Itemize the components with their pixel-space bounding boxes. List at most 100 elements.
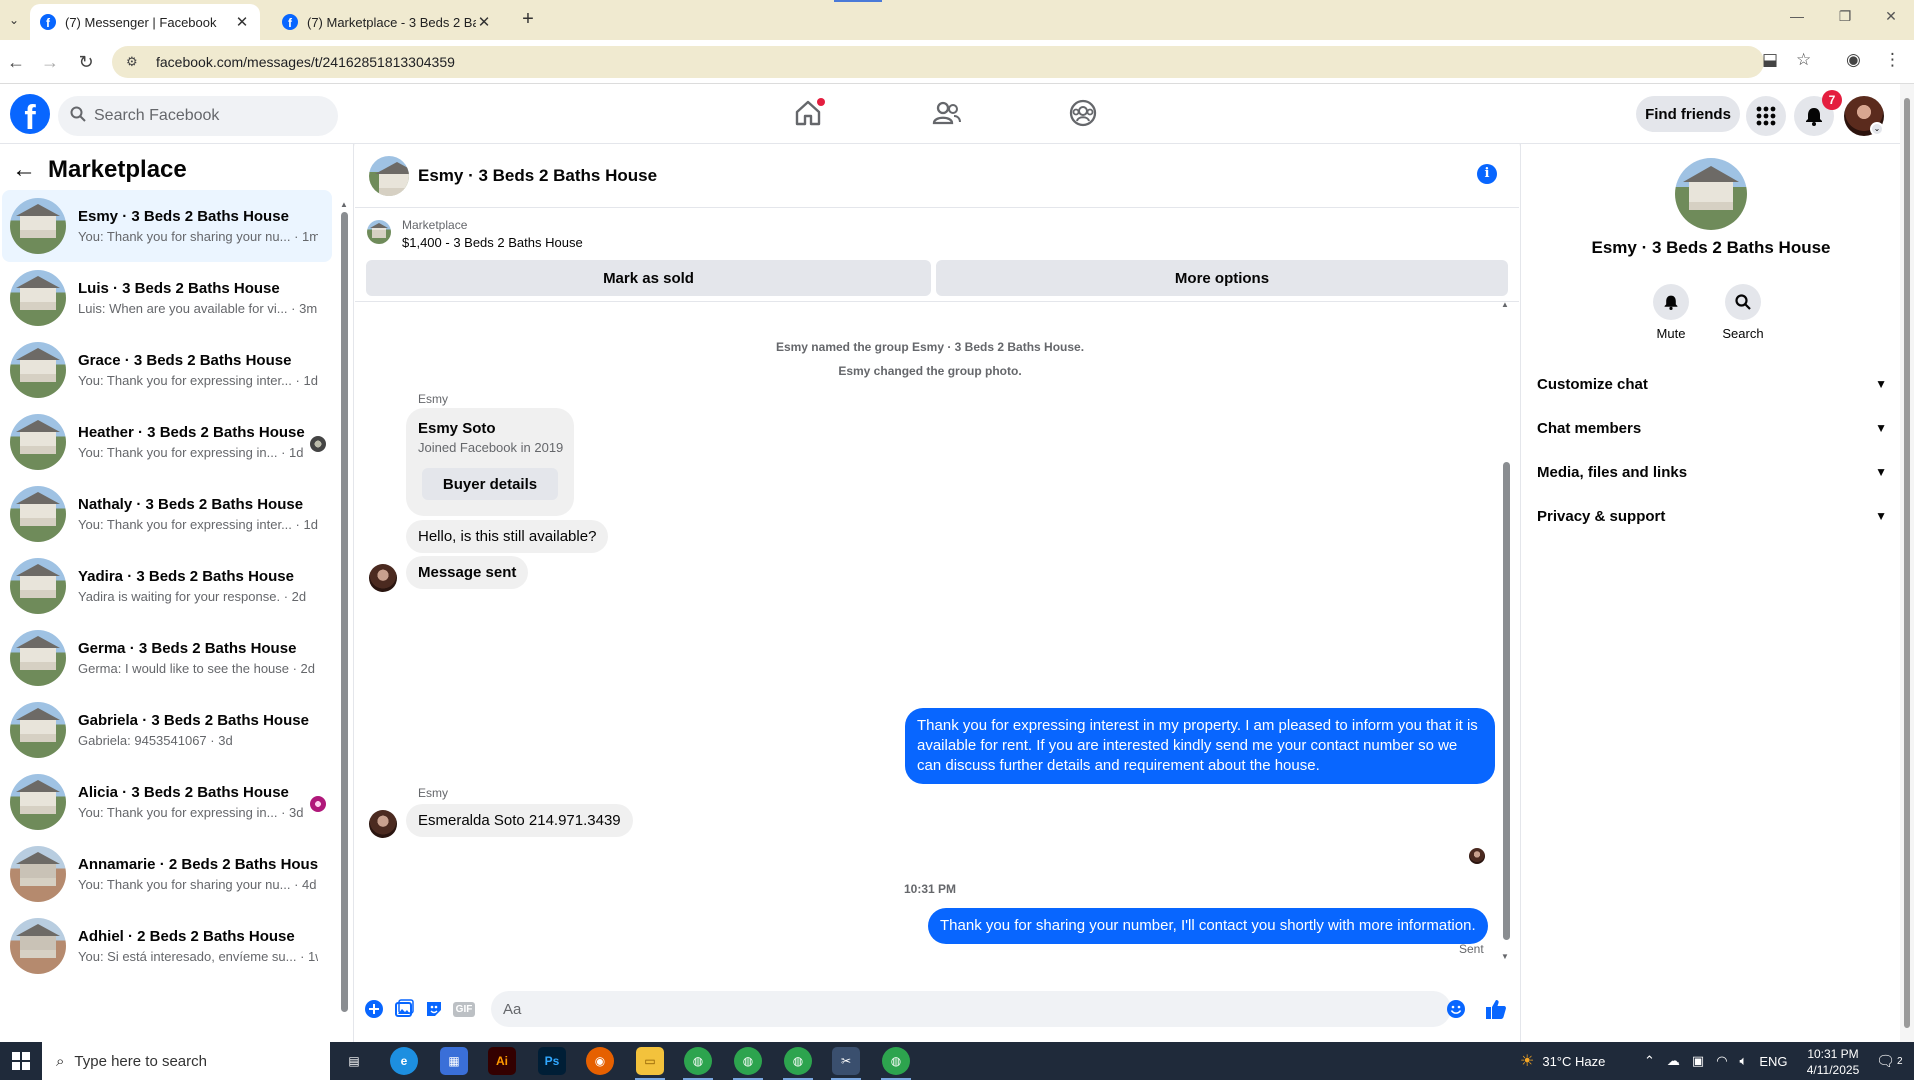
friends-nav-icon[interactable] xyxy=(932,98,964,130)
scroll-up-arrow-icon[interactable]: ▲ xyxy=(1501,300,1509,309)
back-icon[interactable]: ← xyxy=(4,50,28,74)
buyer-details-button[interactable]: Buyer details xyxy=(422,468,558,500)
file-explorer-icon[interactable]: ▭ xyxy=(636,1047,664,1075)
illustrator-icon[interactable]: Ai xyxy=(488,1047,516,1075)
info-icon[interactable]: i xyxy=(1477,164,1497,184)
task-view-icon[interactable]: ▤ xyxy=(340,1047,368,1075)
privacy-support-row[interactable]: Privacy & support ▼ xyxy=(1537,498,1887,534)
conversation-item[interactable]: Grace · 3 Beds 2 Baths House You: Thank y… xyxy=(2,334,332,406)
search-icon[interactable] xyxy=(1725,284,1761,320)
chrome-profile-icon[interactable]: ◍ xyxy=(734,1047,762,1075)
sticker-icon[interactable] xyxy=(423,998,445,1020)
sender-avatar[interactable] xyxy=(369,810,397,838)
media-files-links-row[interactable]: Media, files and links ▼ xyxy=(1537,454,1887,490)
message-bubble-outgoing[interactable]: Thank you for sharing your number, I'll … xyxy=(928,908,1488,944)
conversation-item[interactable]: Annamarie · 2 Beds 2 Baths House You: Tha… xyxy=(2,838,332,910)
reload-icon[interactable]: ↻ xyxy=(74,50,98,74)
notification-center-icon[interactable]: 🗨︎ 2 xyxy=(1876,1042,1903,1080)
like-thumbs-up-icon[interactable] xyxy=(1485,998,1507,1020)
restore-icon[interactable]: ❐ xyxy=(1822,8,1868,25)
message-bubble-outgoing[interactable]: Thank you for expressing interest in my … xyxy=(905,708,1495,784)
bookmark-star-icon[interactable]: ☆ xyxy=(1796,50,1811,70)
scrollbar-thumb[interactable] xyxy=(1503,462,1510,940)
chrome-profile-icon[interactable]: ◍ xyxy=(784,1047,812,1075)
message-bubble-incoming[interactable]: Esmeralda Soto 214.971.3439 xyxy=(406,804,633,837)
back-arrow-icon[interactable]: ← xyxy=(12,156,48,184)
facebook-logo[interactable]: f xyxy=(10,94,50,134)
conversation-item[interactable]: Heather · 3 Beds 2 Baths House You: Thank… xyxy=(2,406,332,478)
install-app-icon[interactable]: ⬓ xyxy=(1762,50,1778,70)
mute-action[interactable]: Mute xyxy=(1641,284,1701,341)
conversation-item[interactable]: Luis · 3 Beds 2 Baths House Luis: When ar… xyxy=(2,262,332,334)
url-field[interactable]: ⚙ facebook.com/messages/t/24162851813304… xyxy=(112,46,1764,78)
tray-chevron-up-icon[interactable]: ⌃ xyxy=(1644,1053,1655,1069)
conversation-item[interactable]: Yadira · 3 Beds 2 Baths House Yadira is w… xyxy=(2,550,332,622)
emoji-icon[interactable] xyxy=(1445,998,1467,1020)
search-action[interactable]: Search xyxy=(1713,284,1773,341)
conversation-item[interactable]: Adhiel · 2 Beds 2 Baths House You: Si est… xyxy=(2,910,332,982)
photoshop-icon[interactable]: Ps xyxy=(538,1047,566,1075)
forward-icon[interactable]: → xyxy=(38,50,62,74)
chat-members-row[interactable]: Chat members ▼ xyxy=(1537,410,1887,446)
scrollbar-thumb[interactable] xyxy=(1904,98,1910,1028)
firefox-icon[interactable]: ◉ xyxy=(586,1047,614,1075)
add-plus-icon[interactable] xyxy=(363,998,385,1020)
chrome-icon[interactable]: ◍ xyxy=(684,1047,712,1075)
conversation-item[interactable]: Nathaly · 3 Beds 2 Baths House You: Thank… xyxy=(2,478,332,550)
scroll-up-arrow-icon[interactable]: ▲ xyxy=(340,200,348,209)
sender-avatar[interactable] xyxy=(369,564,397,592)
conversation-item[interactable]: Alicia · 3 Beds 2 Baths House You: Thank … xyxy=(2,766,332,838)
site-settings-icon[interactable]: ⚙ xyxy=(126,54,142,70)
chat-avatar[interactable] xyxy=(369,156,409,196)
close-window-icon[interactable]: ✕ xyxy=(1868,8,1914,25)
browser-menu-icon[interactable]: ⋮ xyxy=(1884,50,1901,70)
message-bubble-incoming[interactable]: Message sent xyxy=(406,556,529,589)
store-icon[interactable]: ▦ xyxy=(440,1047,468,1075)
home-nav-icon[interactable] xyxy=(793,98,825,130)
conversation-item[interactable]: Gabriela · 3 Beds 2 Baths House Gabriela:… xyxy=(2,694,332,766)
listing-price[interactable]: $1,400 - 3 Beds 2 Baths House xyxy=(402,235,583,250)
message-bubble-incoming[interactable]: Hello, is this still available? xyxy=(406,520,609,553)
photo-icon[interactable] xyxy=(393,998,415,1020)
clock[interactable]: 10:31 PM 4/11/2025 xyxy=(1788,1046,1878,1078)
wifi-icon[interactable]: ◠ xyxy=(1716,1053,1727,1069)
tab-search-chevron-icon[interactable]: ⌄ xyxy=(4,10,24,30)
tab-marketplace[interactable]: f (7) Marketplace - 3 Beds 2 Bath ✕ xyxy=(272,4,502,40)
onedrive-cloud-icon[interactable]: ☁ xyxy=(1667,1053,1680,1069)
chrome-profile-icon[interactable]: ◍ xyxy=(882,1047,910,1075)
close-tab-icon[interactable]: ✕ xyxy=(234,13,250,31)
network-icon[interactable]: ▣ xyxy=(1692,1053,1704,1069)
page-scrollbar[interactable] xyxy=(1900,84,1914,1042)
language-indicator[interactable]: ENG xyxy=(1759,1054,1787,1069)
groups-nav-icon[interactable] xyxy=(1068,98,1100,130)
snipping-tool-icon[interactable]: ✂ xyxy=(832,1047,860,1075)
conversation-item[interactable]: Esmy · 3 Beds 2 Baths House You: Thank yo… xyxy=(2,190,332,262)
chat-title[interactable]: Esmy · 3 Beds 2 Baths House xyxy=(418,166,657,186)
message-input[interactable]: Aa xyxy=(491,991,1451,1027)
taskbar-search-input[interactable]: ⌕ Type here to search xyxy=(42,1042,330,1080)
listing-thumbnail[interactable] xyxy=(367,220,391,244)
menu-grid-icon[interactable] xyxy=(1746,96,1786,136)
close-tab-icon[interactable]: ✕ xyxy=(476,13,492,31)
volume-icon[interactable]: 🔈︎ xyxy=(1740,1053,1748,1069)
mark-as-sold-button[interactable]: Mark as sold xyxy=(366,260,931,296)
customize-chat-row[interactable]: Customize chat ▼ xyxy=(1537,366,1887,402)
conversation-item[interactable]: Germa · 3 Beds 2 Baths House Germa: I wou… xyxy=(2,622,332,694)
scroll-down-arrow-icon[interactable]: ▼ xyxy=(1501,952,1509,961)
minimize-icon[interactable]: — xyxy=(1774,8,1820,24)
gif-icon[interactable]: GIF xyxy=(452,998,476,1020)
scrollbar-thumb[interactable] xyxy=(341,212,348,1012)
chat-scrollbar[interactable]: ▲ ▼ xyxy=(1501,300,1511,964)
tab-messenger[interactable]: f (7) Messenger | Facebook ✕ xyxy=(30,4,260,40)
profile-icon[interactable]: ◉ xyxy=(1846,50,1861,70)
windows-start-icon[interactable] xyxy=(0,1042,42,1080)
account-chevron-icon[interactable]: ⌄ xyxy=(1870,122,1884,136)
find-friends-button[interactable]: Find friends xyxy=(1636,96,1740,132)
info-avatar[interactable] xyxy=(1675,158,1747,230)
mute-bell-icon[interactable] xyxy=(1653,284,1689,320)
edge-browser-icon[interactable]: e xyxy=(390,1047,418,1075)
weather-widget[interactable]: ☀ 31°C Haze xyxy=(1520,1042,1605,1080)
facebook-search-input[interactable]: Search Facebook xyxy=(58,96,338,136)
new-tab-button[interactable]: + xyxy=(516,8,540,32)
sidebar-scrollbar[interactable]: ▲ xyxy=(340,200,348,1022)
